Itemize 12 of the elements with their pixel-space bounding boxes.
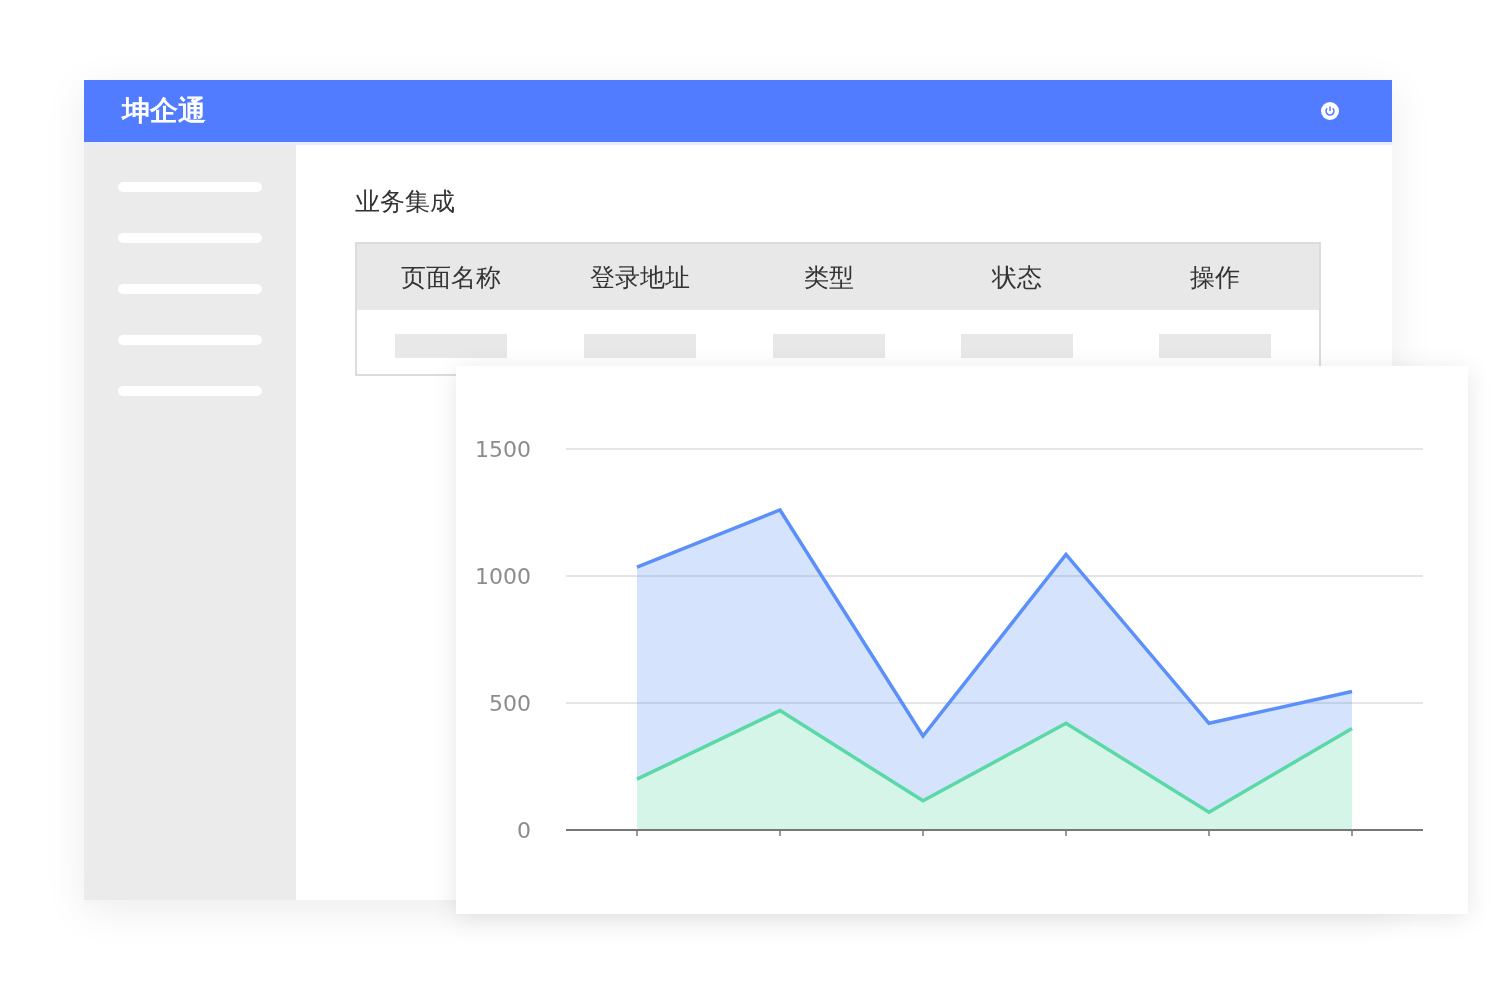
- column-header: 状态: [992, 262, 1043, 292]
- column-header: 操作: [1190, 262, 1241, 292]
- column-header: 页面名称: [401, 262, 502, 292]
- column-header: 类型: [803, 262, 854, 292]
- axis-label: 0: [517, 818, 531, 843]
- column-header: 登录地址: [589, 262, 690, 292]
- axis-label: 500: [489, 691, 531, 716]
- axis-label: 1000: [475, 564, 531, 589]
- axis-label: 1500: [475, 437, 531, 462]
- app-title: 坤企通: [122, 93, 206, 129]
- power-icon[interactable]: [1320, 101, 1340, 121]
- page-title: 业务集成: [355, 186, 456, 218]
